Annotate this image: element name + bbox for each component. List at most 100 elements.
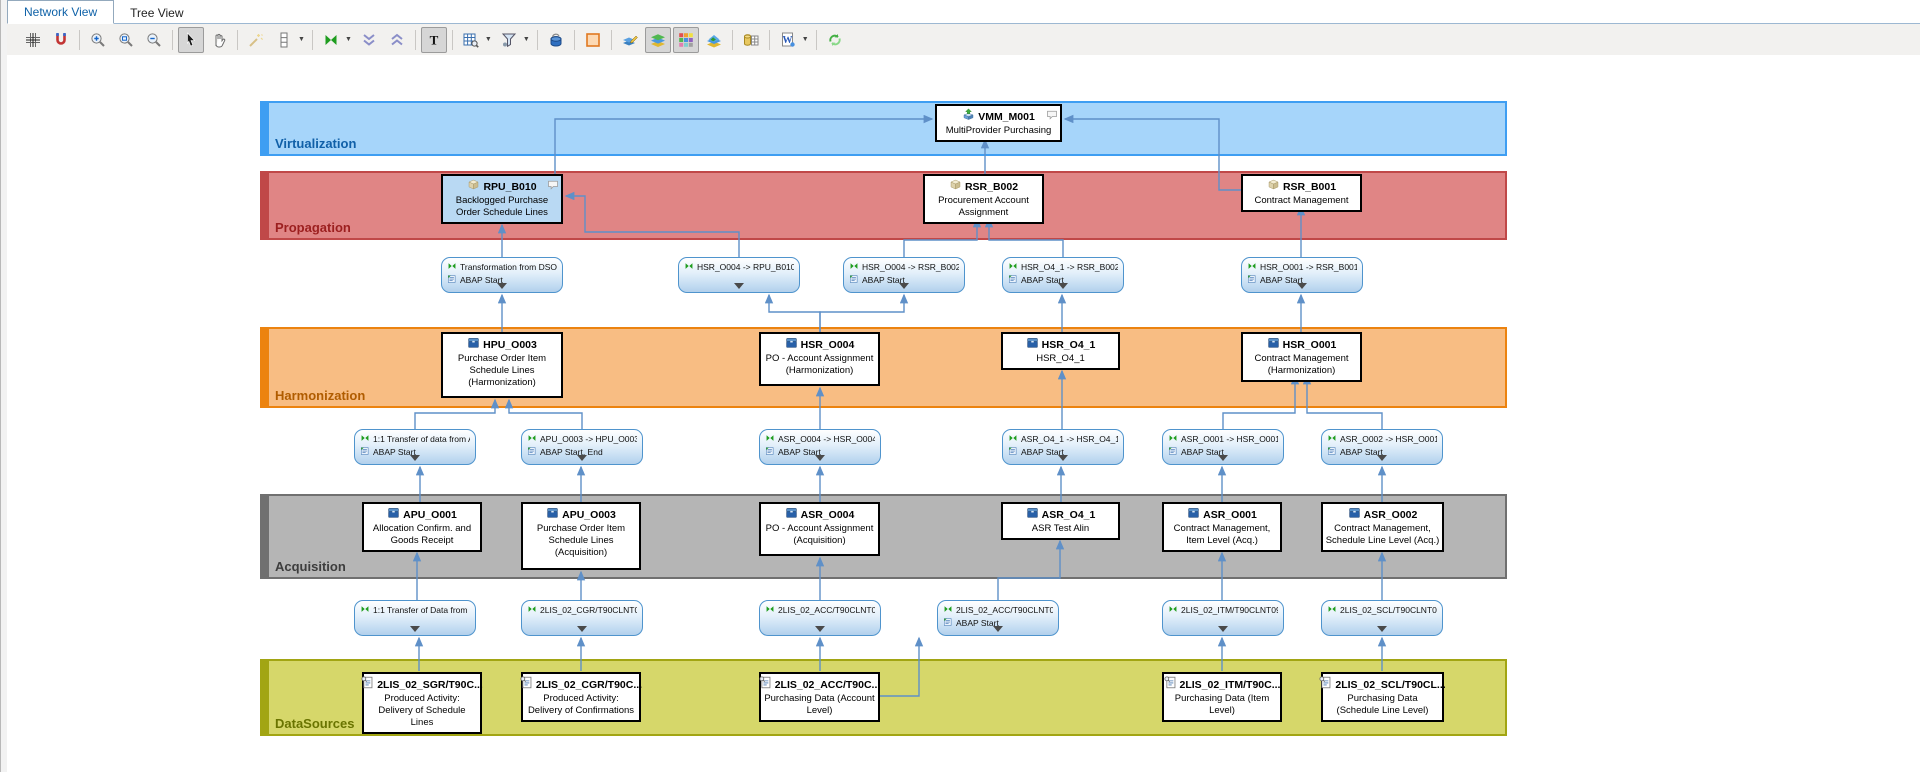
filter-dropdown-arrow[interactable]: ▼ [523, 36, 530, 43]
transformation-title: APU_O003 -> HPU_O003 [540, 434, 637, 445]
node-asr-o004[interactable]: ASR_O004PO - Account Assignment (Acquisi… [759, 502, 880, 556]
align-grid-icon[interactable] [20, 27, 46, 53]
magic-wand-icon [243, 27, 269, 53]
node-ds-itm[interactable]: 2LIS_02_ITM/T90C...Purchasing Data (Item… [1162, 672, 1282, 722]
expand-chevron-icon[interactable] [1058, 283, 1068, 289]
expand-chevron-icon[interactable] [1377, 626, 1387, 632]
zoom-fit-icon[interactable] [113, 27, 139, 53]
word-export-icon[interactable]: W [775, 27, 801, 53]
refresh-icon[interactable] [822, 27, 848, 53]
transformation-t11[interactable]: Transformation from DSO HP...ABAP Start [441, 257, 563, 293]
transformation-t14[interactable]: HSR_O4_1 -> RSR_B002ABAP Start [1002, 257, 1124, 293]
expand-chevron-icon[interactable] [1218, 626, 1228, 632]
pan-hand-icon[interactable] [206, 27, 232, 53]
expand-chevron-icon[interactable] [1377, 455, 1387, 461]
expand-chevron-icon[interactable] [497, 283, 507, 289]
transformation-subtitle: ABAP Start, End [540, 447, 603, 458]
node-vmm-m001[interactable]: VMM_M001MultiProvider Purchasing [935, 104, 1062, 142]
node-apu-o001[interactable]: APU_O001Allocation Confirm. and Goods Re… [362, 502, 482, 552]
transformation-t33[interactable]: 2LIS_02_ACC/T90CLNT090 ->... [759, 600, 881, 636]
toolbar-separator [574, 30, 575, 50]
node-hpu-o003[interactable]: HPU_O003Purchase Order Item Schedule Lin… [441, 332, 563, 398]
transformation-t35[interactable]: 2LIS_02_ITM/T90CLNT090 ->... [1162, 600, 1284, 636]
expand-chevron-icon[interactable] [410, 455, 420, 461]
transformation-title: 2LIS_02_ITM/T90CLNT090 ->... [1181, 605, 1278, 616]
comment-icon[interactable] [1046, 108, 1058, 126]
expand-chevron-icon[interactable] [577, 626, 587, 632]
transformation-t36[interactable]: 2LIS_02_SCL/T90CLNT090 ->... [1321, 600, 1443, 636]
transformation-tool-dropdown-arrow[interactable]: ▼ [345, 36, 352, 43]
transformation-title: 2LIS_02_ACC/T90CLNT090 ->... [956, 605, 1053, 616]
node-asr-o001[interactable]: ASR_O001Contract Management, Item Level … [1162, 502, 1282, 552]
expand-chevron-icon[interactable] [1297, 283, 1307, 289]
node-ds-scl[interactable]: 2LIS_02_SCL/T90CL...Purchasing Data (Sch… [1321, 672, 1444, 722]
transformation-t21[interactable]: 1:1 Transfer of data from APU...ABAP Sta… [354, 429, 476, 465]
transformation-t12[interactable]: HSR_O004 -> RPU_B010 [678, 257, 800, 293]
snap-magnet-icon[interactable] [48, 27, 74, 53]
node-ds-acc[interactable]: 2LIS_02_ACC/T90C...Purchasing Data (Acco… [759, 672, 880, 722]
transformation-t13[interactable]: HSR_O004 -> RSR_B002ABAP Start [843, 257, 965, 293]
transformation-t24[interactable]: ASR_O4_1 -> HSR_O4_1ABAP Start [1002, 429, 1124, 465]
transformation-t22[interactable]: APU_O003 -> HPU_O003 ABAP Start, End [521, 429, 643, 465]
toolbar-separator [452, 30, 453, 50]
zoom-in-icon[interactable] [85, 27, 111, 53]
abap-routine-icon [360, 446, 370, 459]
table-columns-icon[interactable] [738, 27, 764, 53]
tab-network-view[interactable]: Network View [7, 0, 114, 24]
expand-chevron-icon[interactable] [577, 455, 587, 461]
node-asr-o4-1[interactable]: ASR_O4_1ASR Test Alin [1001, 502, 1120, 540]
node-apu-o003[interactable]: APU_O003Purchase Order Item Schedule Lin… [521, 502, 641, 570]
transformation-t31[interactable]: 1:1 Transfer of Data from 2LIS... [354, 600, 476, 636]
expand-chevron-icon[interactable] [1058, 455, 1068, 461]
select-cursor-icon[interactable] [178, 27, 204, 53]
expand-chevron-icon[interactable] [410, 626, 420, 632]
zoom-out-icon[interactable] [141, 27, 167, 53]
highlight-color-icon[interactable] [580, 27, 606, 53]
expand-chevron-icon[interactable] [815, 455, 825, 461]
paint-bucket-icon[interactable] [543, 27, 569, 53]
filter-icon[interactable] [496, 27, 522, 53]
node-title: ASR_O004 [801, 508, 855, 522]
expand-all-icon[interactable] [384, 27, 410, 53]
table-lookup-icon[interactable] [458, 27, 484, 53]
node-rsr-b002[interactable]: RSR_B002Procurement Account Assignment [923, 174, 1044, 224]
color-grid-icon[interactable] [673, 27, 699, 53]
expand-chevron-icon[interactable] [899, 283, 909, 289]
transformation-t26[interactable]: ASR_O002 -> HSR_O001ABAP Start [1321, 429, 1443, 465]
expand-chevron-icon[interactable] [993, 626, 1003, 632]
tab-tree-view[interactable]: Tree View [114, 2, 199, 24]
collapse-all-icon[interactable] [356, 27, 382, 53]
node-rpu-b010[interactable]: RPU_B010Backlogged Purchase Order Schedu… [441, 174, 563, 224]
layer-band-stripe [262, 103, 269, 154]
expand-chevron-icon[interactable] [1218, 455, 1228, 461]
layers-edit-icon[interactable] [617, 27, 643, 53]
layout-rows-icon[interactable] [271, 27, 297, 53]
node-hsr-o001[interactable]: HSR_O001Contract Management (Harmonizati… [1241, 332, 1362, 382]
word-export-dropdown-arrow[interactable]: ▼ [802, 36, 809, 43]
text-display-icon[interactable]: T [421, 27, 447, 53]
node-hsr-o4-1[interactable]: HSR_O4_1HSR_O4_1 [1001, 332, 1120, 370]
layers-image-icon[interactable] [701, 27, 727, 53]
transformation-t25[interactable]: ASR_O001 -> HSR_O001ABAP Start [1162, 429, 1284, 465]
expand-chevron-icon[interactable] [734, 283, 744, 289]
transformation-t32[interactable]: 2LIS_02_CGR/T90CLNT090 ->... [521, 600, 643, 636]
node-ds-sgr[interactable]: 2LIS_02_SGR/T90C...Produced Activity: De… [362, 672, 482, 734]
expand-chevron-icon[interactable] [815, 626, 825, 632]
comment-icon[interactable] [547, 178, 559, 196]
node-rsr-b001[interactable]: RSR_B001Contract Management [1241, 174, 1362, 212]
table-lookup-dropdown-arrow[interactable]: ▼ [485, 36, 492, 43]
node-ds-cgr[interactable]: 2LIS_02_CGR/T90C...Produced Activity: De… [521, 672, 641, 722]
dataflow-canvas: VirtualizationPropagationHarmonizationAc… [7, 55, 1920, 772]
node-hsr-o004[interactable]: HSR_O004PO - Account Assignment (Harmoni… [759, 332, 880, 386]
transformation-tool-icon[interactable] [318, 27, 344, 53]
layer-band-virtualization: Virtualization [260, 101, 1507, 156]
node-description: PO - Account Assignment (Acquisition) [763, 523, 876, 547]
transformation-t15[interactable]: HSR_O001 -> RSR_B001ABAP Start [1241, 257, 1363, 293]
transformation-t23[interactable]: ASR_O004 -> HSR_O004ABAP Start [759, 429, 881, 465]
datasource-icon [1164, 676, 1177, 693]
node-title: 2LIS_02_ACC/T90C... [775, 678, 881, 692]
node-asr-o002[interactable]: ASR_O002Contract Management, Schedule Li… [1321, 502, 1444, 552]
transformation-t34[interactable]: 2LIS_02_ACC/T90CLNT090 ->...ABAP Start [937, 600, 1059, 636]
layout-rows-dropdown-arrow[interactable]: ▼ [298, 36, 305, 43]
layers-view-icon[interactable] [645, 27, 671, 53]
